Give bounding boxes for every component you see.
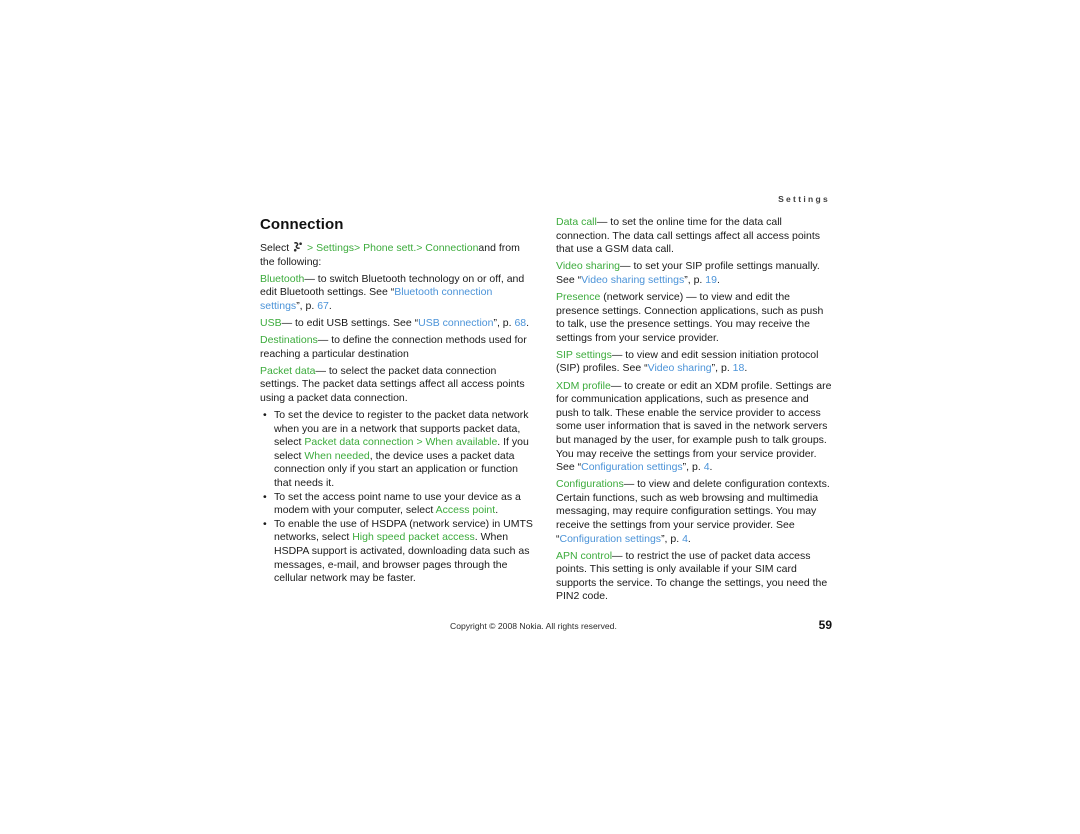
entry-text-3: .: [709, 461, 713, 474]
path-separator-3: >: [416, 242, 423, 254]
page-reference[interactable]: 67: [317, 300, 329, 312]
entry-text: — to edit USB settings. See “: [281, 316, 419, 329]
entry-bluetooth: Bluetooth— to switch Bluetooth technolog…: [260, 273, 536, 314]
entry-text-2: ”, p.: [296, 299, 318, 312]
running-head: Settings: [778, 194, 830, 204]
manual-page: Settings Connection Select > Settings> P…: [0, 0, 1080, 834]
list-item: To set the access point name to use your…: [260, 491, 536, 518]
list-item: To set the device to register to the pac…: [260, 409, 536, 491]
entry-text-2: ”, p.: [711, 362, 733, 375]
page-reference[interactable]: 68: [514, 317, 526, 329]
intro-paragraph: Select > Settings> Phone sett.> Connecti…: [260, 242, 536, 269]
entry-data-call: Data call— to set the online time for th…: [556, 216, 832, 257]
entry-configurations: Configurations— to view and delete confi…: [556, 478, 832, 546]
entry-xdm-profile: XDM profile— to create or edit an XDM pr…: [556, 380, 832, 475]
entry-term: APN control: [556, 549, 613, 562]
entry-text-2: ”, p.: [661, 532, 683, 545]
select-label: Select: [260, 242, 290, 254]
page-reference[interactable]: 19: [705, 274, 717, 286]
entry-text-3: .: [328, 299, 332, 312]
entry-text: — to create or edit an XDM profile. Sett…: [556, 379, 832, 474]
bullet-menu-1: High speed packet access: [352, 531, 475, 544]
list-item: To enable the use of HSDPA (network serv…: [260, 518, 536, 586]
menu-path-phone-sett: Phone sett.: [363, 242, 417, 254]
left-column: Connection Select > Settings> Phone sett…: [260, 216, 536, 608]
entry-term: USB: [260, 316, 282, 329]
page-title: Connection: [260, 216, 344, 233]
page-footer: Copyright © 2008 Nokia. All rights reser…: [260, 618, 832, 632]
entry-text-3: .: [526, 316, 530, 329]
page-number: 59: [818, 618, 832, 632]
entry-usb: USB— to edit USB settings. See “USB conn…: [260, 317, 536, 331]
page-reference[interactable]: 18: [733, 362, 745, 374]
packet-data-bullet-list: To set the device to register to the pac…: [260, 409, 536, 586]
entry-video-sharing: Video sharing— to set your SIP profile s…: [556, 260, 832, 287]
entry-term: Destinations: [260, 334, 318, 347]
path-separator-1: >: [307, 242, 314, 254]
entry-text-3: .: [716, 273, 720, 286]
right-column: Data call— to set the online time for th…: [556, 216, 832, 608]
path-separator-2: >: [354, 242, 361, 254]
entry-term: Bluetooth: [260, 272, 305, 285]
entry-apn-control: APN control— to restrict the use of pack…: [556, 550, 832, 604]
cross-reference-link[interactable]: Video sharing settings: [581, 274, 684, 286]
cross-reference-link[interactable]: USB connection: [418, 317, 493, 329]
entry-text-2: ”, p.: [682, 461, 704, 474]
bullet-menu-2: When available: [425, 436, 498, 449]
bullet-menu-1: Packet data connection: [304, 436, 414, 449]
entry-term: Video sharing: [556, 260, 621, 273]
bullet-menu-3: When needed: [304, 449, 370, 462]
menu-path-connection: Connection: [425, 242, 479, 254]
entry-term: XDM profile: [556, 379, 611, 392]
copyright-notice: Copyright © 2008 Nokia. All rights reser…: [450, 621, 617, 631]
entry-packet-data: Packet data— to select the packet data c…: [260, 365, 536, 406]
entry-sip-settings: SIP settings— to view and edit session i…: [556, 349, 832, 376]
entry-term: Packet data: [260, 364, 316, 377]
entry-text-3: .: [744, 362, 748, 375]
cross-reference-link[interactable]: Configuration settings: [581, 461, 683, 473]
bullet-text-2: .: [495, 504, 499, 517]
cross-reference-link[interactable]: Video sharing: [648, 362, 712, 374]
cross-reference-link[interactable]: Configuration settings: [560, 533, 662, 545]
entry-presence: Presence (network service) — to view and…: [556, 291, 832, 345]
entry-term: Configurations: [556, 478, 624, 491]
menu-path-settings: Settings: [316, 242, 355, 254]
entry-text-2: ”, p.: [493, 316, 515, 329]
entry-destinations: Destinations— to define the connection m…: [260, 334, 536, 361]
entry-term: Data call: [556, 216, 597, 228]
entry-term: Presence: [556, 290, 601, 303]
two-column-body: Connection Select > Settings> Phone sett…: [260, 216, 832, 608]
bullet-menu-1: Access point: [435, 504, 496, 517]
menu-key-icon: [293, 242, 303, 252]
entry-term: SIP settings: [556, 348, 612, 361]
entry-text-2: ”, p.: [684, 273, 706, 286]
entry-text-3: .: [687, 532, 691, 545]
bullet-separator: >: [413, 436, 426, 449]
